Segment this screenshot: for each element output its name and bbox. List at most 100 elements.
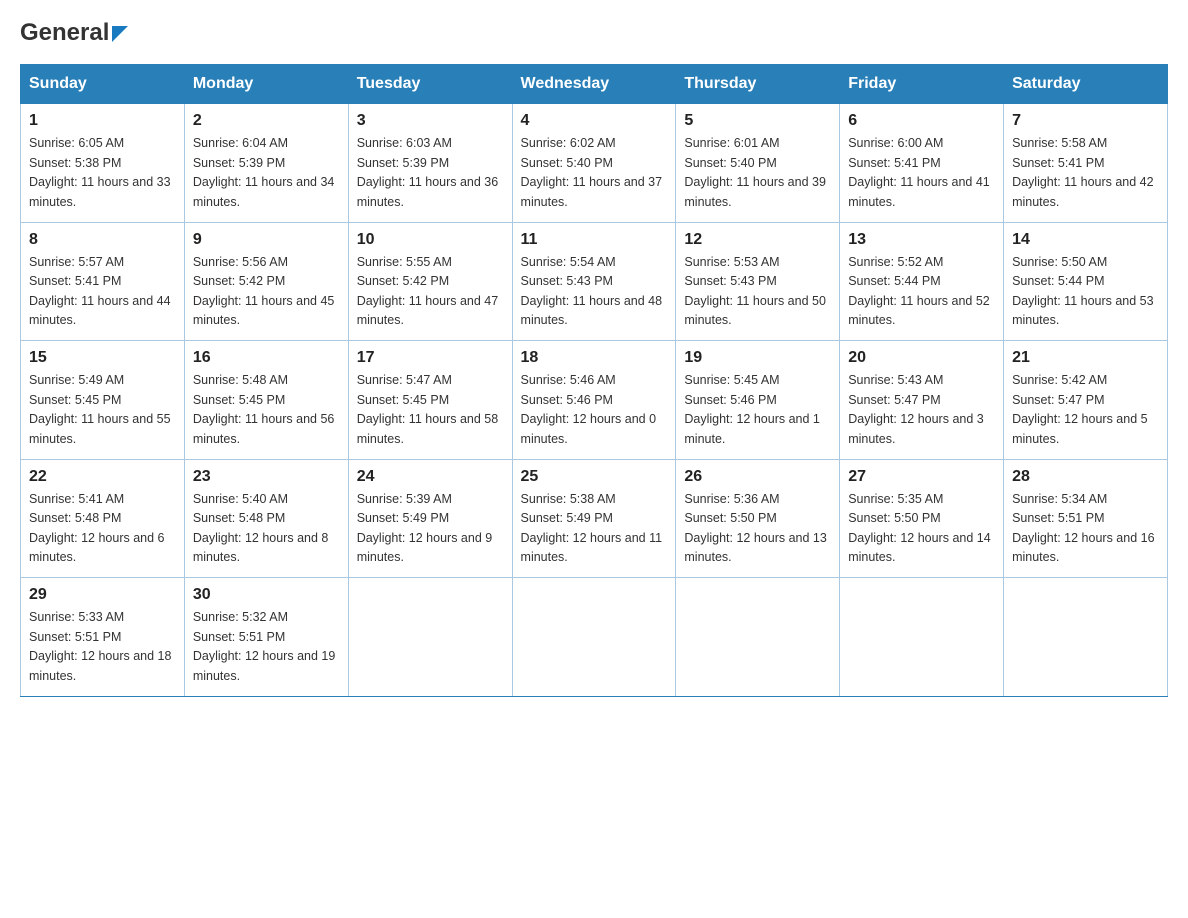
calendar-day-cell: 23 Sunrise: 5:40 AMSunset: 5:48 PMDaylig… — [184, 459, 348, 578]
calendar-week-row: 15 Sunrise: 5:49 AMSunset: 5:45 PMDaylig… — [21, 341, 1168, 460]
day-number: 3 — [357, 112, 504, 130]
day-number: 28 — [1012, 468, 1159, 486]
calendar-day-cell — [676, 578, 840, 697]
calendar-day-cell: 18 Sunrise: 5:46 AMSunset: 5:46 PMDaylig… — [512, 341, 676, 460]
calendar-day-cell: 15 Sunrise: 5:49 AMSunset: 5:45 PMDaylig… — [21, 341, 185, 460]
day-info: Sunrise: 5:43 AMSunset: 5:47 PMDaylight:… — [848, 371, 995, 449]
day-number: 1 — [29, 112, 176, 130]
calendar-day-cell: 11 Sunrise: 5:54 AMSunset: 5:43 PMDaylig… — [512, 222, 676, 341]
day-number: 7 — [1012, 112, 1159, 130]
day-info: Sunrise: 5:33 AMSunset: 5:51 PMDaylight:… — [29, 608, 176, 686]
day-number: 26 — [684, 468, 831, 486]
day-number: 18 — [521, 349, 668, 367]
calendar-day-cell: 17 Sunrise: 5:47 AMSunset: 5:45 PMDaylig… — [348, 341, 512, 460]
calendar-week-row: 22 Sunrise: 5:41 AMSunset: 5:48 PMDaylig… — [21, 459, 1168, 578]
day-number: 11 — [521, 231, 668, 249]
day-info: Sunrise: 6:05 AMSunset: 5:38 PMDaylight:… — [29, 134, 176, 212]
day-number: 17 — [357, 349, 504, 367]
day-header-friday: Friday — [840, 65, 1004, 104]
calendar-day-cell: 21 Sunrise: 5:42 AMSunset: 5:47 PMDaylig… — [1004, 341, 1168, 460]
day-number: 8 — [29, 231, 176, 249]
day-info: Sunrise: 6:02 AMSunset: 5:40 PMDaylight:… — [521, 134, 668, 212]
day-info: Sunrise: 5:38 AMSunset: 5:49 PMDaylight:… — [521, 490, 668, 568]
calendar-day-cell: 12 Sunrise: 5:53 AMSunset: 5:43 PMDaylig… — [676, 222, 840, 341]
calendar-day-cell: 6 Sunrise: 6:00 AMSunset: 5:41 PMDayligh… — [840, 104, 1004, 223]
day-number: 20 — [848, 349, 995, 367]
day-header-monday: Monday — [184, 65, 348, 104]
calendar-day-cell: 5 Sunrise: 6:01 AMSunset: 5:40 PMDayligh… — [676, 104, 840, 223]
day-info: Sunrise: 5:53 AMSunset: 5:43 PMDaylight:… — [684, 253, 831, 331]
calendar-day-cell: 29 Sunrise: 5:33 AMSunset: 5:51 PMDaylig… — [21, 578, 185, 697]
calendar-week-row: 1 Sunrise: 6:05 AMSunset: 5:38 PMDayligh… — [21, 104, 1168, 223]
day-info: Sunrise: 5:49 AMSunset: 5:45 PMDaylight:… — [29, 371, 176, 449]
day-number: 25 — [521, 468, 668, 486]
day-number: 30 — [193, 586, 340, 604]
day-number: 14 — [1012, 231, 1159, 249]
day-header-tuesday: Tuesday — [348, 65, 512, 104]
day-info: Sunrise: 5:32 AMSunset: 5:51 PMDaylight:… — [193, 608, 340, 686]
calendar-day-cell: 14 Sunrise: 5:50 AMSunset: 5:44 PMDaylig… — [1004, 222, 1168, 341]
calendar-day-cell: 16 Sunrise: 5:48 AMSunset: 5:45 PMDaylig… — [184, 341, 348, 460]
day-number: 22 — [29, 468, 176, 486]
day-number: 13 — [848, 231, 995, 249]
calendar-week-row: 8 Sunrise: 5:57 AMSunset: 5:41 PMDayligh… — [21, 222, 1168, 341]
day-info: Sunrise: 5:45 AMSunset: 5:46 PMDaylight:… — [684, 371, 831, 449]
calendar-day-cell: 10 Sunrise: 5:55 AMSunset: 5:42 PMDaylig… — [348, 222, 512, 341]
calendar-day-cell: 26 Sunrise: 5:36 AMSunset: 5:50 PMDaylig… — [676, 459, 840, 578]
day-number: 2 — [193, 112, 340, 130]
day-number: 12 — [684, 231, 831, 249]
day-number: 15 — [29, 349, 176, 367]
day-info: Sunrise: 5:40 AMSunset: 5:48 PMDaylight:… — [193, 490, 340, 568]
calendar-header-row: SundayMondayTuesdayWednesdayThursdayFrid… — [21, 65, 1168, 104]
calendar-day-cell: 1 Sunrise: 6:05 AMSunset: 5:38 PMDayligh… — [21, 104, 185, 223]
day-header-sunday: Sunday — [21, 65, 185, 104]
calendar-day-cell: 4 Sunrise: 6:02 AMSunset: 5:40 PMDayligh… — [512, 104, 676, 223]
calendar-day-cell — [512, 578, 676, 697]
day-info: Sunrise: 5:58 AMSunset: 5:41 PMDaylight:… — [1012, 134, 1159, 212]
day-number: 23 — [193, 468, 340, 486]
calendar-day-cell: 27 Sunrise: 5:35 AMSunset: 5:50 PMDaylig… — [840, 459, 1004, 578]
day-info: Sunrise: 6:04 AMSunset: 5:39 PMDaylight:… — [193, 134, 340, 212]
day-info: Sunrise: 5:52 AMSunset: 5:44 PMDaylight:… — [848, 253, 995, 331]
calendar-day-cell: 13 Sunrise: 5:52 AMSunset: 5:44 PMDaylig… — [840, 222, 1004, 341]
day-info: Sunrise: 5:57 AMSunset: 5:41 PMDaylight:… — [29, 253, 176, 331]
day-number: 21 — [1012, 349, 1159, 367]
day-info: Sunrise: 6:00 AMSunset: 5:41 PMDaylight:… — [848, 134, 995, 212]
day-number: 4 — [521, 112, 668, 130]
day-number: 5 — [684, 112, 831, 130]
day-info: Sunrise: 5:47 AMSunset: 5:45 PMDaylight:… — [357, 371, 504, 449]
day-header-wednesday: Wednesday — [512, 65, 676, 104]
calendar-day-cell: 19 Sunrise: 5:45 AMSunset: 5:46 PMDaylig… — [676, 341, 840, 460]
calendar-day-cell: 2 Sunrise: 6:04 AMSunset: 5:39 PMDayligh… — [184, 104, 348, 223]
day-number: 9 — [193, 231, 340, 249]
calendar-day-cell: 30 Sunrise: 5:32 AMSunset: 5:51 PMDaylig… — [184, 578, 348, 697]
day-info: Sunrise: 5:48 AMSunset: 5:45 PMDaylight:… — [193, 371, 340, 449]
day-header-saturday: Saturday — [1004, 65, 1168, 104]
calendar-table: SundayMondayTuesdayWednesdayThursdayFrid… — [20, 64, 1168, 697]
calendar-day-cell: 24 Sunrise: 5:39 AMSunset: 5:49 PMDaylig… — [348, 459, 512, 578]
day-number: 29 — [29, 586, 176, 604]
day-info: Sunrise: 5:34 AMSunset: 5:51 PMDaylight:… — [1012, 490, 1159, 568]
calendar-day-cell: 22 Sunrise: 5:41 AMSunset: 5:48 PMDaylig… — [21, 459, 185, 578]
day-info: Sunrise: 5:36 AMSunset: 5:50 PMDaylight:… — [684, 490, 831, 568]
day-number: 24 — [357, 468, 504, 486]
day-number: 19 — [684, 349, 831, 367]
day-info: Sunrise: 5:42 AMSunset: 5:47 PMDaylight:… — [1012, 371, 1159, 449]
day-info: Sunrise: 5:54 AMSunset: 5:43 PMDaylight:… — [521, 253, 668, 331]
calendar-day-cell: 20 Sunrise: 5:43 AMSunset: 5:47 PMDaylig… — [840, 341, 1004, 460]
day-number: 6 — [848, 112, 995, 130]
day-info: Sunrise: 6:03 AMSunset: 5:39 PMDaylight:… — [357, 134, 504, 212]
calendar-day-cell — [840, 578, 1004, 697]
calendar-day-cell: 25 Sunrise: 5:38 AMSunset: 5:49 PMDaylig… — [512, 459, 676, 578]
calendar-day-cell — [348, 578, 512, 697]
day-info: Sunrise: 5:41 AMSunset: 5:48 PMDaylight:… — [29, 490, 176, 568]
day-info: Sunrise: 5:50 AMSunset: 5:44 PMDaylight:… — [1012, 253, 1159, 331]
calendar-day-cell: 28 Sunrise: 5:34 AMSunset: 5:51 PMDaylig… — [1004, 459, 1168, 578]
calendar-week-row: 29 Sunrise: 5:33 AMSunset: 5:51 PMDaylig… — [21, 578, 1168, 697]
day-info: Sunrise: 5:55 AMSunset: 5:42 PMDaylight:… — [357, 253, 504, 331]
calendar-day-cell — [1004, 578, 1168, 697]
day-number: 27 — [848, 468, 995, 486]
day-info: Sunrise: 5:39 AMSunset: 5:49 PMDaylight:… — [357, 490, 504, 568]
day-header-thursday: Thursday — [676, 65, 840, 104]
day-info: Sunrise: 5:35 AMSunset: 5:50 PMDaylight:… — [848, 490, 995, 568]
